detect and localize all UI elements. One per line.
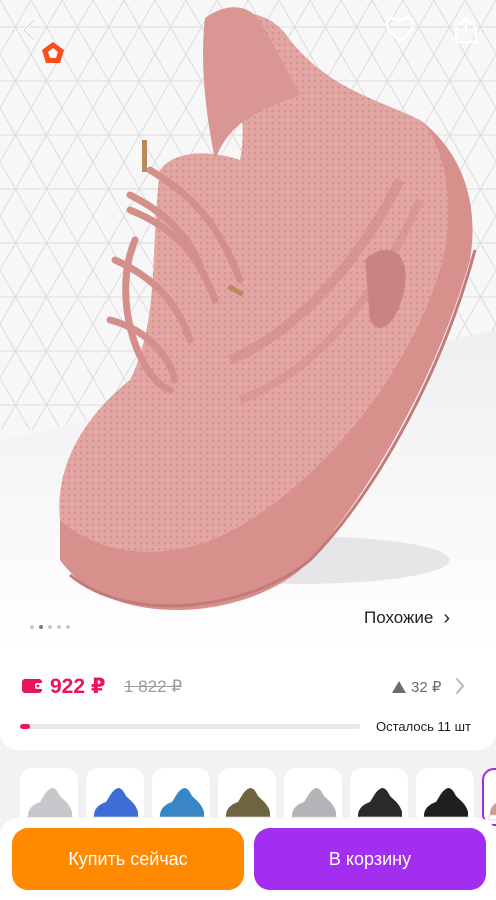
- stock-progress-fill: [20, 724, 31, 729]
- stock-progress-bar: [20, 724, 360, 729]
- variant-pink-thumbnail[interactable]: [482, 768, 496, 826]
- similar-label: Похожие: [364, 608, 434, 627]
- bottom-action-bar: Купить сейчас В корзину: [0, 818, 496, 900]
- current-price: 922 ₽: [50, 675, 106, 698]
- old-price: 1 822 ₽: [124, 677, 183, 696]
- product-photo: [0, 0, 496, 650]
- similar-products-link[interactable]: Похожие ›: [364, 606, 450, 630]
- favorite-button[interactable]: [378, 8, 422, 52]
- price-card: 922 ₽ 1 822 ₽ 32 ₽ Осталось 11 шт: [0, 650, 496, 750]
- wallet-icon: [22, 679, 44, 693]
- pagination-dot: [30, 625, 34, 629]
- price-points-value: 32 ₽: [411, 679, 442, 696]
- add-to-cart-button[interactable]: В корзину: [254, 828, 486, 890]
- pagination-dot: [57, 625, 61, 629]
- sneaker-icon: [488, 802, 496, 821]
- pagination-dot: [39, 625, 43, 629]
- image-pagination: [30, 625, 70, 629]
- chevron-right-icon[interactable]: [455, 677, 465, 695]
- triangle-up-icon: [392, 681, 406, 693]
- stock-remaining: Осталось 11 шт: [376, 719, 471, 734]
- chevron-right-icon: ›: [443, 606, 451, 629]
- share-icon: [454, 16, 478, 44]
- price-points[interactable]: 32 ₽: [392, 678, 441, 696]
- pagination-dot: [66, 625, 70, 629]
- heart-icon: [385, 16, 415, 43]
- buy-now-button[interactable]: Купить сейчас: [12, 828, 244, 890]
- product-image-gallery[interactable]: Похожие ›: [0, 0, 496, 650]
- share-button[interactable]: [444, 8, 488, 52]
- pagination-dot: [48, 625, 52, 629]
- pentagon-logo-icon: [42, 42, 64, 63]
